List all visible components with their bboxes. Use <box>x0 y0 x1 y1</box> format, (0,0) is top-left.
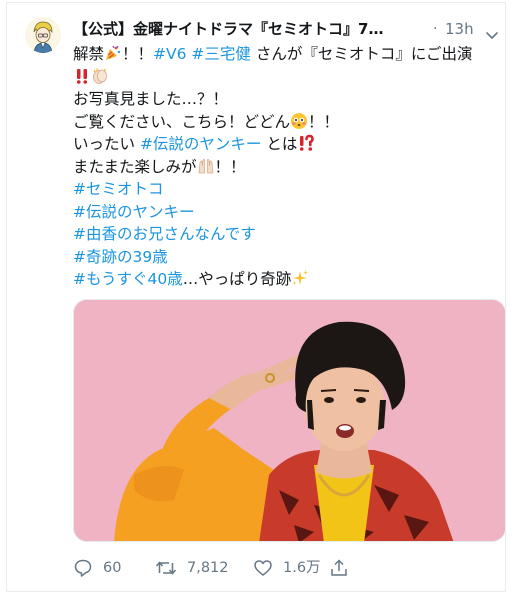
tweet-text-line: 解禁 ！！#V6 #三宅健 さんが『セミオトコ』にご出演 <box>73 43 503 66</box>
hashtag-link[interactable]: #もうすぐ40歳 <box>73 270 183 288</box>
like-count: 1.6万 <box>283 560 321 576</box>
tweet-photo[interactable] <box>73 299 506 542</box>
tweet-card[interactable]: 【公式】金曜ナイトドラマ『セミオトコ』7… · 13h 解禁 ！！#V6 #三宅健… <box>6 2 506 592</box>
reply-count: 60 <box>103 560 122 576</box>
hashtag-link[interactable]: #伝説のヤンキー <box>140 135 262 153</box>
tweet-text-segment: ！！ <box>214 157 246 176</box>
clapping-hands-emoji-icon <box>91 67 109 85</box>
heart-icon <box>253 558 273 578</box>
hashtag-link[interactable]: #三宅健 <box>191 45 251 63</box>
tweet-text-segment: 解禁 <box>73 45 105 63</box>
raising-hands-emoji-icon <box>197 157 215 175</box>
tweet-actions: 60 7,812 1.6万 <box>73 555 503 581</box>
tweet-text-segment: またまた楽しみが <box>73 157 197 176</box>
flushed-face-emoji-icon <box>290 112 308 130</box>
tweet-text-line: #奇跡の39歳 <box>73 246 503 269</box>
avatar[interactable] <box>25 17 61 53</box>
tweet-text-line: #もうすぐ40歳…やっぱり奇跡 <box>73 268 503 291</box>
tweet-text-line: #セミオトコ <box>73 178 503 201</box>
hashtag-link[interactable]: #伝説のヤンキー <box>73 203 195 221</box>
reply-icon <box>73 558 93 578</box>
tweet-text-segment: ご覧ください、こちら！どどん <box>73 112 291 131</box>
tweet-text-segment: ！！ <box>122 45 154 63</box>
tweet-text-line: またまた楽しみが ！！ <box>73 156 503 179</box>
tweet-text-segment: ！！ <box>308 112 340 131</box>
party-popper-emoji-icon <box>104 44 122 62</box>
tweet-text-line <box>73 66 503 89</box>
tweet-text-segment: さんが『セミオトコ』にご出演 <box>250 45 473 63</box>
hashtag-link[interactable]: #セミオトコ <box>73 180 164 198</box>
display-name[interactable]: 【公式】金曜ナイトドラマ『セミオトコ』7… <box>73 16 383 42</box>
timestamp[interactable]: 13h <box>445 16 474 42</box>
retweet-icon <box>155 558 177 578</box>
exclamation-question-emoji-icon <box>297 134 315 152</box>
separator-dot: · <box>433 21 438 37</box>
tweet-text-segment: お写真見ました…？！ <box>73 90 229 108</box>
chevron-down-icon[interactable] <box>485 23 499 39</box>
share-icon <box>329 558 349 578</box>
tweet-text-line: お写真見ました…？！ <box>73 88 503 111</box>
hashtag-link[interactable]: #由香のお兄さんなんです <box>73 225 256 243</box>
hashtag-link[interactable]: #V6 <box>153 45 186 63</box>
tweet-text-line: #伝説のヤンキー <box>73 201 503 224</box>
double-exclamation-emoji-icon <box>73 67 91 85</box>
like-button[interactable]: 1.6万 <box>253 555 321 581</box>
tweet-text-line: #由香のお兄さんなんです <box>73 223 503 246</box>
hashtag-link[interactable]: #奇跡の39歳 <box>73 248 168 266</box>
share-button[interactable] <box>329 555 349 581</box>
tweet-text-segment: …やっぱり奇跡 <box>182 270 292 288</box>
reply-button[interactable]: 60 <box>73 555 121 581</box>
tweet-text: 解禁 ！！#V6 #三宅健 さんが『セミオトコ』にご出演 お写真見ました…？！ ご覧く… <box>73 43 503 291</box>
retweet-button[interactable]: 7,812 <box>155 555 229 581</box>
tweet-text-segment: いったい <box>73 135 140 153</box>
retweet-count: 7,812 <box>187 560 229 576</box>
sparkles-emoji-icon <box>291 269 309 287</box>
tweet-text-line: いったい #伝説のヤンキー とは <box>73 133 503 156</box>
tweet-text-segment: とは <box>261 135 298 153</box>
tweet-header: 【公式】金曜ナイトドラマ『セミオトコ』7… · 13h <box>73 16 503 42</box>
tweet-text-line: ご覧ください、こちら！どどん ！！ <box>73 111 503 134</box>
